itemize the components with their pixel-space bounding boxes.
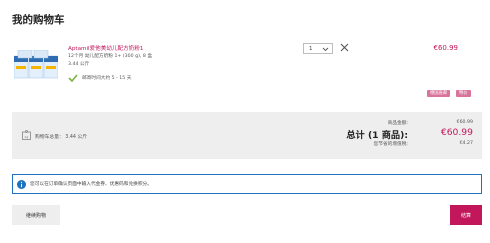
info-icon [17,179,26,189]
product-weight: 3.44 公斤 [68,62,90,67]
cart-weight: 购物车总量： 3.44 公斤 [35,135,88,140]
delivery-info: 邮寄时间大约 5 - 15 天 [68,74,131,82]
badge-direct-mail: 德国直邮 [427,90,451,97]
quantity-value: 1 [309,45,313,52]
info-notice: 您可以在订单确认页面中输入代金券、优惠码和兑换积分。 [12,174,482,194]
delivery-text: 邮寄时间大约 5 - 15 天 [82,76,132,81]
goods-total-label: 商品金额: [387,121,408,126]
item-price: €60.99 [433,44,459,52]
continue-shopping-button[interactable]: 继续购物 [12,205,60,225]
checkout-button[interactable]: 结算 [450,205,482,225]
scale-icon: kg [22,130,31,140]
quantity-select[interactable]: 1 [303,43,333,54]
chevron-down-icon [322,47,329,52]
page-title: 我的购物车 [12,14,65,26]
vat-saved-label: 您节省的增值税: [373,142,408,147]
vat-saved-value: €4.27 [459,141,473,146]
product-description: 12个月 幼儿配方奶粉 1+ (300 g), 8 盒 [68,54,153,59]
svg-text:kg: kg [25,135,29,139]
badge-special-offer: 特价 [456,90,471,97]
check-icon [68,74,78,82]
total-label: 总计 (1 商品): [346,130,408,141]
product-name-link[interactable]: Aptamil爱他美幼儿配方奶粉1 [68,44,143,52]
notice-text: 您可以在订单确认页面中输入代金券、优惠码和兑换积分。 [30,182,152,187]
total-value: €60.99 [440,127,473,138]
close-icon[interactable] [339,42,350,53]
product-image[interactable] [14,50,58,82]
goods-total-value: €60.99 [456,120,473,125]
